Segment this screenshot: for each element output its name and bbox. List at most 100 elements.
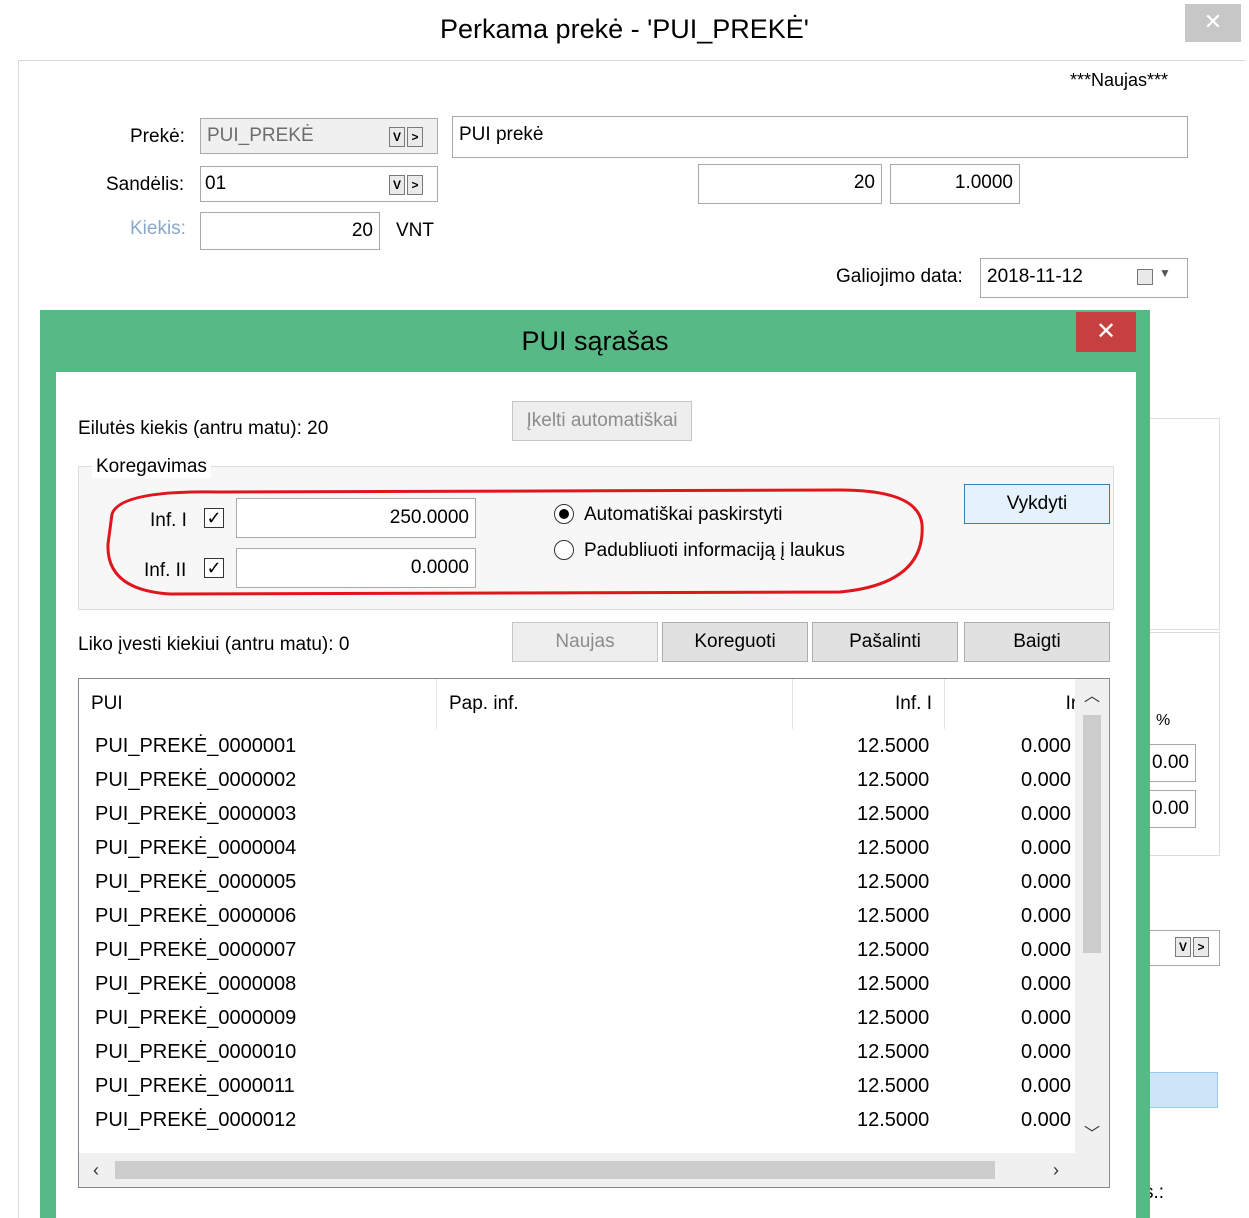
vertical-scrollbar[interactable]: ︿ ﹀	[1075, 679, 1109, 1153]
inf2-cell: 0.000	[1021, 803, 1072, 825]
pui-cell: PUI_PREKĖ_0000010	[95, 1041, 297, 1063]
scroll-up-icon[interactable]: ︿	[1075, 679, 1109, 715]
column-header-inf1[interactable]: Inf. I	[793, 679, 945, 729]
kiekis-field[interactable]: 20	[200, 212, 380, 250]
scroll-corner	[1075, 1153, 1109, 1187]
inf2-cell: 0.000	[1021, 939, 1072, 961]
pui-cell: PUI_PREKĖ_0000007	[95, 939, 297, 961]
table-row[interactable]: PUI_PREKĖ_0000006 12.5000 0.000	[79, 901, 1079, 935]
behind-lookup[interactable]: V >	[1140, 930, 1220, 966]
grid-rows: PUI_PREKĖ_0000001 12.5000 0.000 PUI_PREKĖ_…	[79, 731, 1079, 1151]
sandelis-open-icon[interactable]: >	[407, 175, 423, 195]
pui-cell: PUI_PREKĖ_0000008	[95, 973, 297, 995]
preke-code-field: PUI_PREKĖ	[207, 125, 314, 146]
scroll-right-icon[interactable]: ›	[1039, 1153, 1073, 1187]
galiojimo-label: Galiojimo data:	[836, 266, 963, 287]
inf1-cell: 12.5000	[857, 803, 930, 825]
table-row[interactable]: PUI_PREKĖ_0000007 12.5000 0.000	[79, 935, 1079, 969]
inf1-cell: 12.5000	[857, 735, 930, 757]
vertical-scroll-thumb[interactable]	[1083, 715, 1101, 953]
behind-open-icon[interactable]: >	[1193, 937, 1209, 957]
table-row[interactable]: PUI_PREKĖ_0000002 12.5000 0.000	[79, 765, 1079, 799]
preke-open-icon[interactable]: >	[407, 127, 423, 147]
preke-name-field[interactable]: PUI prekė	[452, 116, 1188, 158]
behind-dropdown-icon[interactable]: V	[1175, 937, 1191, 957]
pui-cell: PUI_PREKĖ_0000009	[95, 1007, 297, 1029]
table-row[interactable]: PUI_PREKĖ_0000001 12.5000 0.000	[79, 731, 1079, 765]
dialog-close-button[interactable]: ✕	[1076, 312, 1136, 352]
eilutes-kiekis-label: Eilutės kiekis (antru matu): 20	[78, 418, 329, 439]
column-header-pui[interactable]: PUI	[79, 679, 437, 729]
inf1-cell: 12.5000	[857, 769, 930, 791]
table-row[interactable]: PUI_PREKĖ_0000010 12.5000 0.000	[79, 1037, 1079, 1071]
table-row[interactable]: PUI_PREKĖ_0000011 12.5000 0.000	[79, 1071, 1079, 1105]
inf1-cell: 12.5000	[857, 1041, 930, 1063]
status-new-label: ***Naujas***	[1070, 70, 1169, 90]
factor-field[interactable]: 1.0000	[890, 164, 1020, 204]
table-row[interactable]: PUI_PREKĖ_0000003 12.5000 0.000	[79, 799, 1079, 833]
galiojimo-date-value: 2018-11-12	[987, 266, 1083, 287]
pui-cell: PUI_PREKĖ_0000004	[95, 837, 297, 859]
calendar-dropdown-icon[interactable]: ▼	[1159, 267, 1171, 279]
table-row[interactable]: PUI_PREKĖ_0000012 12.5000 0.000	[79, 1105, 1079, 1139]
pui-cell: PUI_PREKĖ_0000003	[95, 803, 297, 825]
pui-grid[interactable]: PUI Pap. inf. Inf. I Inf. PUI_PREKĖ_0000…	[78, 678, 1110, 1188]
inf1-cell: 12.5000	[857, 871, 930, 893]
behind-percent-label: %	[1156, 712, 1171, 729]
calendar-icon[interactable]	[1137, 269, 1153, 285]
inf1-cell: 12.5000	[857, 939, 930, 961]
preke-lookup[interactable]: PUI_PREKĖ V >	[200, 118, 438, 154]
table-row[interactable]: PUI_PREKĖ_0000008 12.5000 0.000	[79, 969, 1079, 1003]
table-row[interactable]: PUI_PREKĖ_0000004 12.5000 0.000	[79, 833, 1079, 867]
inf1-cell: 12.5000	[857, 837, 930, 859]
inf2-cell: 0.000	[1021, 905, 1072, 927]
inf2-cell: 0.000	[1021, 837, 1072, 859]
inf2-cell: 0.000	[1021, 769, 1072, 791]
inf2-cell: 0.000	[1021, 973, 1072, 995]
pui-cell: PUI_PREKĖ_0000012	[95, 1109, 297, 1131]
inf2-cell: 0.000	[1021, 1041, 1072, 1063]
column-header-pap-inf[interactable]: Pap. inf.	[437, 679, 793, 729]
horizontal-scroll-thumb[interactable]	[115, 1161, 995, 1179]
table-row[interactable]: PUI_PREKĖ_0000009 12.5000 0.000	[79, 1003, 1079, 1037]
naujas-button[interactable]: Naujas	[512, 622, 658, 662]
sandelis-lookup[interactable]: 01 V >	[200, 166, 438, 202]
inf1-cell: 12.5000	[857, 973, 930, 995]
koregavimas-group-label: Koregavimas	[92, 456, 211, 478]
baigti-button[interactable]: Baigti	[964, 622, 1110, 662]
koreguoti-button[interactable]: Koreguoti	[662, 622, 808, 662]
scroll-down-icon[interactable]: ﹀	[1075, 1117, 1109, 1153]
scroll-left-icon[interactable]: ‹	[79, 1153, 113, 1187]
horizontal-scrollbar[interactable]: ‹ ›	[79, 1153, 1075, 1187]
table-row[interactable]: PUI_PREKĖ_0000005 12.5000 0.000	[79, 867, 1079, 901]
pui-cell: PUI_PREKĖ_0000002	[95, 769, 297, 791]
inf1-cell: 12.5000	[857, 905, 930, 927]
sandelis-dropdown-icon[interactable]: V	[389, 175, 405, 195]
preke-label: Prekė:	[130, 126, 185, 147]
galiojimo-date-field[interactable]: 2018-11-12 ▼	[980, 258, 1188, 298]
pui-cell: PUI_PREKĖ_0000005	[95, 871, 297, 893]
outer-window-title: Perkama prekė - 'PUI_PREKĖ'	[440, 14, 809, 44]
pui-cell: PUI_PREKĖ_0000011	[95, 1075, 295, 1097]
inf1-cell: 12.5000	[857, 1007, 930, 1029]
outer-close-button[interactable]: ✕	[1185, 4, 1241, 42]
quantity2-field[interactable]: 20	[698, 164, 882, 204]
pui-cell: PUI_PREKĖ_0000001	[95, 735, 297, 757]
ikelti-automatiskai-button[interactable]: Įkelti automatiškai	[512, 401, 692, 441]
behind-selected-bar	[1140, 1072, 1218, 1108]
sandelis-label: Sandėlis:	[106, 174, 185, 195]
preke-dropdown-icon[interactable]: V	[389, 127, 405, 147]
liko-ivesti-label: Liko įvesti kiekiui (antru matu): 0	[78, 634, 350, 655]
sandelis-value: 01	[205, 173, 227, 194]
inf2-cell: 0.000	[1021, 735, 1072, 757]
behind-panel-1	[1140, 418, 1220, 630]
inf2-cell: 0.000	[1021, 1109, 1072, 1131]
kiekis-label: Kiekis:	[130, 218, 186, 239]
inf2-cell: 0.000	[1021, 1075, 1072, 1097]
pasalinti-button[interactable]: Pašalinti	[812, 622, 958, 662]
inf2-cell: 0.000	[1021, 871, 1072, 893]
inf2-cell: 0.000	[1021, 1007, 1072, 1029]
vykdyti-button[interactable]: Vykdyti	[964, 484, 1110, 524]
highlight-annotation	[106, 488, 924, 596]
pui-cell: PUI_PREKĖ_0000006	[95, 905, 297, 927]
